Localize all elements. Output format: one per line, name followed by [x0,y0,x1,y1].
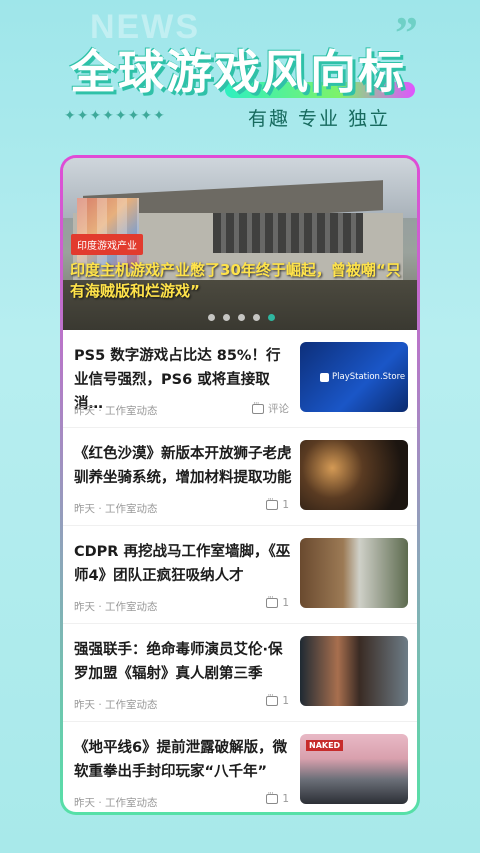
comment-icon [266,495,279,510]
news-thumbnail[interactable] [300,538,408,608]
news-list: PS5 数字游戏占比达 85%！行业信号强烈，PS6 或将直接取消… 昨天 · … [63,330,417,812]
comment-icon [266,593,279,608]
list-item[interactable]: 《红色沙漠》新版本开放狮子老虎驯养坐骑系统，增加材料提取功能 昨天 · 工作室动… [63,428,417,526]
news-thumbnail[interactable]: PlayStation.Store [300,342,408,412]
thumbnail-caption: PlayStation.Store [332,372,406,382]
playstation-store-logo: PlayStation.Store [320,372,405,382]
comment-count[interactable]: 1 [266,495,289,511]
comment-label: 1 [282,597,289,609]
banner-image-people [213,213,363,253]
carousel-dot[interactable] [208,314,215,321]
page-title: 全球游戏风向标 [70,45,406,99]
carousel-dot[interactable] [238,314,245,321]
news-meta: 昨天 · 工作室动态 [74,601,158,613]
list-item[interactable]: 强强联手：绝命毒师演员艾伦·保罗加盟《辐射》真人剧第三季 昨天 · 工作室动态 … [63,624,417,722]
news-thumbnail[interactable] [300,636,408,706]
news-card: 印度游戏产业 印度主机游戏产业憋了30年终于崛起，曾被嘲“只有海贼版和烂游戏” … [60,155,420,815]
carousel-dot-active[interactable] [268,314,275,321]
comment-count[interactable]: 1 [266,789,289,805]
comment-label: 1 [282,793,289,805]
news-meta: 昨天 · 工作室动态 [74,797,158,809]
comment-count[interactable]: 评论 [252,399,289,416]
thumbnail-caption: NAKED [306,740,344,751]
sparkle-decoration-icon: ✦✦✦✦✦✦✦✦ [64,108,166,124]
tagline: 有趣 专业 独立 [248,108,391,130]
comment-label: 1 [282,499,289,511]
comment-count[interactable]: 1 [266,593,289,609]
banner-title[interactable]: 印度主机游戏产业憋了30年终于崛起，曾被嘲“只有海贼版和烂游戏” [70,260,410,302]
list-item[interactable]: 《地平线6》提前泄露破解版，微软重拳出手封印玩家“八千年” 昨天 · 工作室动态… [63,722,417,812]
list-item[interactable]: PS5 数字游戏占比达 85%！行业信号强烈，PS6 或将直接取消… 昨天 · … [63,330,417,428]
news-meta: 昨天 · 工作室动态 [74,503,158,515]
featured-banner[interactable]: 印度游戏产业 印度主机游戏产业憋了30年终于崛起，曾被嘲“只有海贼版和烂游戏” [63,158,417,330]
list-item[interactable]: CDPR 再挖战马工作室墙脚，《巫师4》团队正疯狂吸纳人才 昨天 · 工作室动态… [63,526,417,624]
carousel-dot[interactable] [253,314,260,321]
comment-count[interactable]: 1 [266,691,289,707]
comment-icon [252,399,264,414]
banner-category-tag: 印度游戏产业 [71,234,143,255]
news-meta: 昨天 · 工作室动态 [74,699,158,711]
news-meta: 昨天 · 工作室动态 [74,405,158,417]
news-title[interactable]: 强强联手：绝命毒师演员艾伦·保罗加盟《辐射》真人剧第三季 [74,638,292,686]
news-title[interactable]: 《红色沙漠》新版本开放狮子老虎驯养坐骑系统，增加材料提取功能 [74,442,292,490]
banner-image-mosaic [77,198,139,268]
news-thumbnail[interactable]: NAKED [300,734,408,804]
comment-label: 1 [282,695,289,707]
news-thumbnail[interactable] [300,440,408,510]
carousel-dots [208,314,275,321]
comment-icon [266,789,279,804]
comment-icon [266,691,279,706]
news-title[interactable]: 《地平线6》提前泄露破解版，微软重拳出手封印玩家“八千年” [74,736,292,784]
comment-label: 评论 [268,403,289,415]
playstation-bag-icon [320,372,329,382]
carousel-dot[interactable] [223,314,230,321]
news-title[interactable]: CDPR 再挖战马工作室墙脚，《巫师4》团队正疯狂吸纳人才 [74,540,292,588]
